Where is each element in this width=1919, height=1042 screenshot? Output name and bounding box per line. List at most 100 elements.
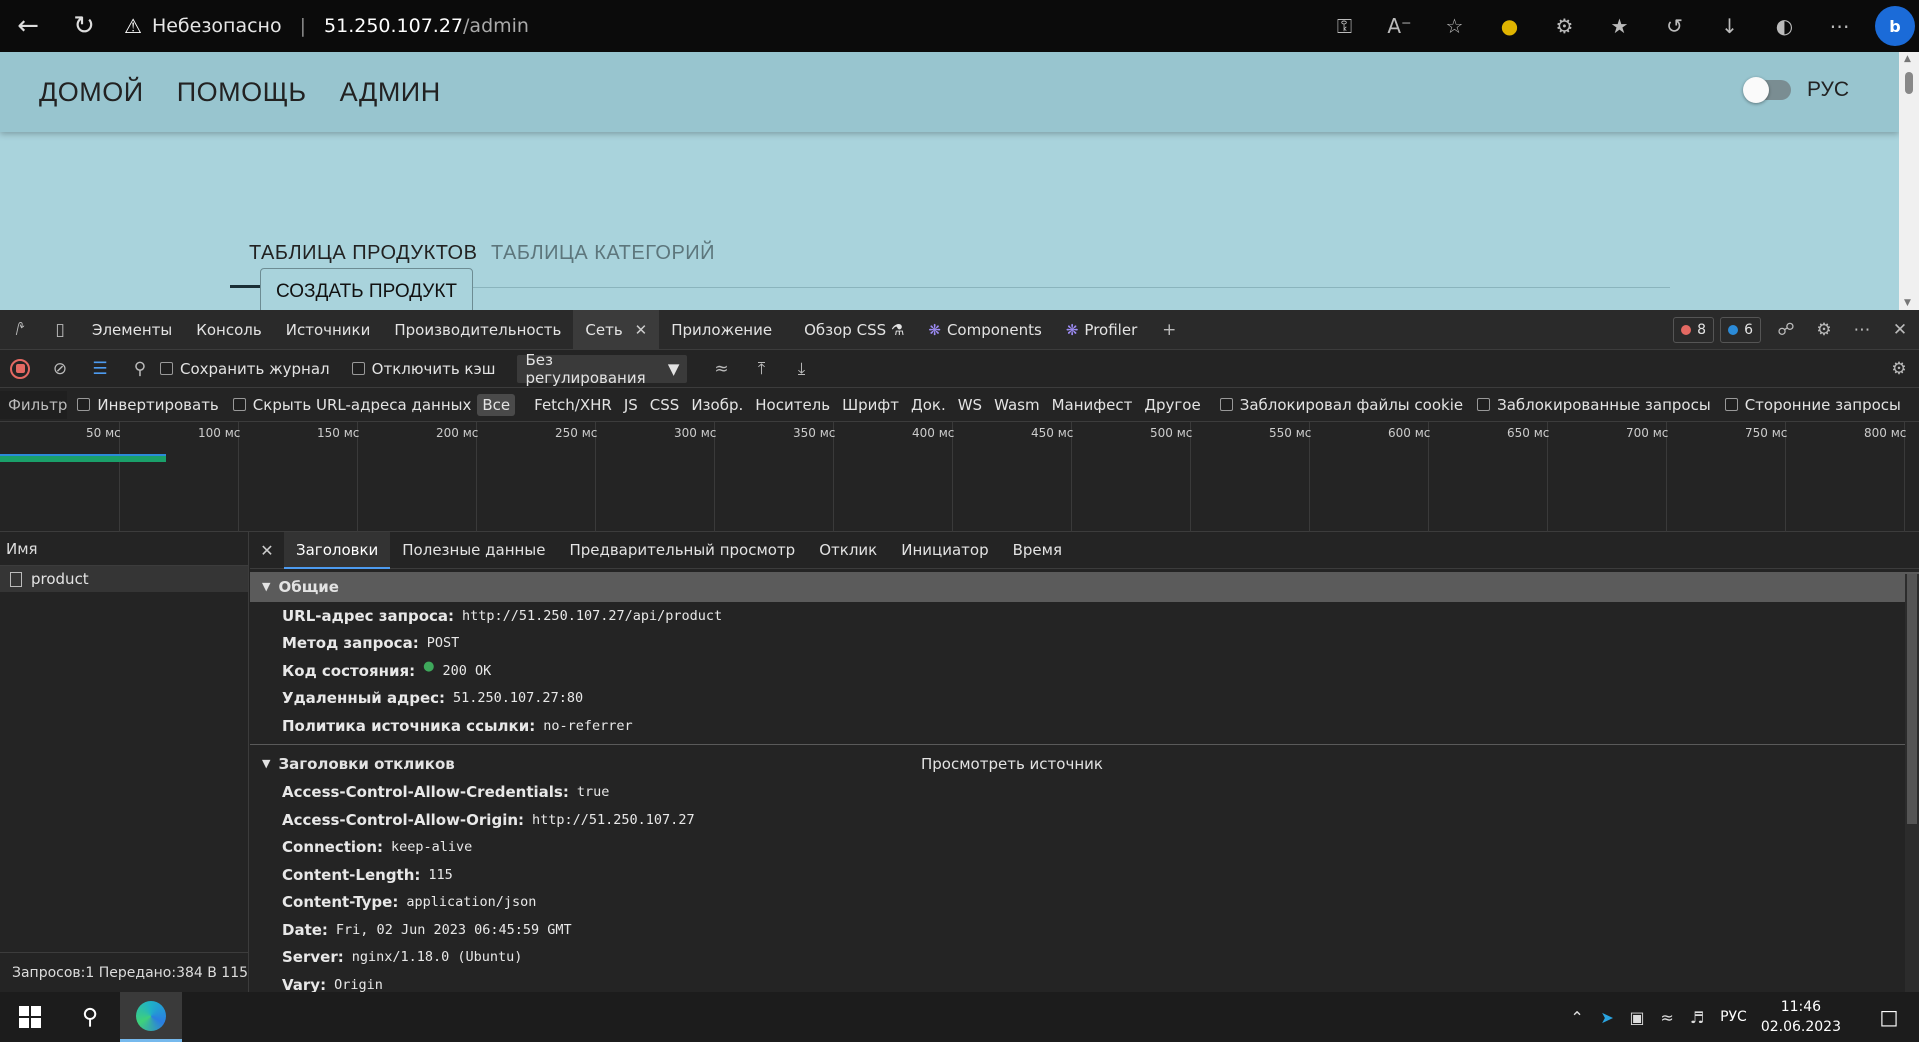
view-source-link[interactable]: Просмотреть источник bbox=[921, 749, 1103, 779]
key-icon[interactable]: ⚿ bbox=[1317, 14, 1372, 38]
filter-type-js[interactable]: JS bbox=[619, 394, 643, 416]
response-headers-section-header[interactable]: ▼ Заголовки откликов Просмотреть источник bbox=[250, 749, 1919, 779]
details-scrollbar[interactable] bbox=[1905, 574, 1919, 992]
extension-coin-icon[interactable]: ● bbox=[1482, 14, 1537, 38]
read-aloud-icon[interactable]: A⁻ bbox=[1372, 14, 1427, 38]
third-party-checkbox[interactable]: Сторонние запросы bbox=[1724, 396, 1901, 414]
scrollbar-thumb[interactable] bbox=[1905, 72, 1913, 94]
filter-type-css[interactable]: CSS bbox=[645, 394, 685, 416]
network-conditions-icon[interactable]: ≈ bbox=[701, 359, 741, 379]
checkbox-box[interactable] bbox=[351, 362, 365, 375]
nav-home-link[interactable]: ДОМОЙ bbox=[39, 77, 144, 108]
errors-badge[interactable]: 8 bbox=[1673, 317, 1715, 343]
filter-type-ws[interactable]: WS bbox=[953, 394, 987, 416]
address-bar[interactable]: ⚠ Небезопасно | 51.250.107.27/admin bbox=[124, 0, 529, 52]
scroll-up-icon[interactable]: ▲ bbox=[1904, 54, 1911, 64]
invert-checkbox[interactable]: Инвертировать bbox=[77, 396, 219, 414]
scrollbar-thumb[interactable] bbox=[1907, 574, 1917, 824]
battery-icon[interactable]: ▣ bbox=[1622, 1008, 1652, 1027]
hide-data-urls-checkbox[interactable]: Скрыть URL-адреса данных bbox=[232, 396, 471, 414]
network-overview-timeline[interactable]: 50 мс 100 мс 150 мс 200 мс 250 мс 300 мс… bbox=[0, 422, 1919, 532]
settings-icon[interactable]: ⚙ bbox=[1805, 320, 1843, 340]
tab-products-table[interactable]: ТАБЛИЦА ПРОДУКТОВ bbox=[249, 242, 477, 265]
scroll-down-icon[interactable]: ▼ bbox=[1904, 298, 1911, 308]
tab-css-overview[interactable]: Обзор CSS ⚗ bbox=[792, 310, 916, 350]
share-icon[interactable]: ☍ bbox=[1767, 320, 1805, 340]
tab-headers[interactable]: Заголовки bbox=[284, 531, 391, 569]
filter-type-media[interactable]: Носитель bbox=[750, 394, 835, 416]
bing-icon[interactable]: b bbox=[1875, 6, 1915, 46]
filter-type-manifest[interactable]: Манифест bbox=[1047, 394, 1138, 416]
column-header-name[interactable]: Имя bbox=[0, 532, 248, 566]
notifications-icon[interactable]: □ bbox=[1869, 1005, 1909, 1029]
filter-type-wasm[interactable]: Wasm bbox=[989, 394, 1045, 416]
page-scrollbar[interactable]: ▲ ▼ bbox=[1899, 52, 1919, 310]
checkbox-box[interactable] bbox=[1724, 398, 1738, 411]
tab-application[interactable]: Приложение bbox=[659, 310, 784, 350]
tab-response[interactable]: Отклик bbox=[807, 532, 889, 569]
checkbox-box[interactable] bbox=[77, 398, 91, 411]
record-icon[interactable] bbox=[10, 358, 30, 379]
close-tab-icon[interactable]: ✕ bbox=[635, 321, 648, 339]
favorites-icon[interactable]: ★ bbox=[1592, 14, 1647, 38]
network-settings-icon[interactable]: ⚙ bbox=[1879, 359, 1919, 379]
tab-preview[interactable]: Предварительный просмотр bbox=[557, 532, 807, 569]
tab-categories-table[interactable]: ТАБЛИЦА КАТЕГОРИЙ bbox=[491, 242, 715, 265]
close-devtools-icon[interactable]: ✕ bbox=[1881, 320, 1919, 340]
checkbox-box[interactable] bbox=[1477, 398, 1491, 411]
request-row[interactable]: product bbox=[0, 566, 248, 592]
telegram-icon[interactable]: ➤ bbox=[1592, 1008, 1622, 1027]
profile-icon[interactable]: ◐ bbox=[1757, 14, 1812, 38]
refresh-icon[interactable]: ↻ bbox=[56, 0, 112, 52]
filter-type-other[interactable]: Другое bbox=[1139, 394, 1205, 416]
more-icon[interactable]: ⋯ bbox=[1812, 14, 1867, 38]
checkbox-box[interactable] bbox=[160, 362, 173, 375]
clear-icon[interactable]: ⊘ bbox=[40, 359, 80, 379]
tab-profiler[interactable]: ❋ Profiler bbox=[1054, 310, 1149, 350]
disable-cache-checkbox[interactable]: Отключить кэш bbox=[351, 360, 495, 378]
throttling-select[interactable]: Без регулирования ▼ bbox=[517, 351, 688, 387]
tab-elements[interactable]: Элементы bbox=[80, 310, 184, 350]
search-icon[interactable]: ⚲ bbox=[120, 359, 160, 379]
windows-start-icon[interactable] bbox=[0, 992, 60, 1042]
tab-performance[interactable]: Производительность bbox=[382, 310, 573, 350]
filter-input[interactable]: Фильтр bbox=[0, 390, 68, 419]
blocked-cookies-checkbox[interactable]: Заблокировал файлы cookie bbox=[1219, 396, 1463, 414]
wifi-icon[interactable]: ≈ bbox=[1652, 1008, 1682, 1027]
messages-badge[interactable]: 6 bbox=[1720, 317, 1761, 343]
general-section-header[interactable]: ▼ Общие bbox=[250, 572, 1919, 602]
filter-type-all[interactable]: Все bbox=[477, 393, 516, 416]
close-icon[interactable]: ✕ bbox=[250, 541, 284, 560]
edge-taskbar-button[interactable] bbox=[120, 992, 182, 1042]
nav-admin-link[interactable]: АДМИН bbox=[340, 77, 441, 108]
tab-payload[interactable]: Полезные данные bbox=[390, 532, 557, 569]
language-toggle[interactable]: РУС bbox=[1742, 77, 1849, 103]
nav-help-link[interactable]: ПОМОЩЬ bbox=[177, 77, 307, 108]
tab-components[interactable]: ❋ Components bbox=[916, 310, 1053, 350]
filter-icon[interactable]: ☰ bbox=[80, 359, 120, 379]
chevron-up-icon[interactable]: ⌃ bbox=[1562, 1008, 1592, 1027]
tab-sources[interactable]: Источники bbox=[274, 310, 383, 350]
filter-type-font[interactable]: Шрифт bbox=[837, 394, 904, 416]
device-toolbar-icon[interactable]: ▯ bbox=[40, 320, 80, 340]
clock[interactable]: 11:46 02.06.2023 bbox=[1761, 997, 1841, 1037]
more-icon[interactable]: ⋯ bbox=[1843, 320, 1881, 340]
import-har-icon[interactable]: ⤒ bbox=[741, 359, 781, 379]
tab-timing[interactable]: Время bbox=[1001, 532, 1074, 569]
search-icon[interactable]: ⚲ bbox=[60, 992, 120, 1042]
tab-network[interactable]: Сеть ✕ bbox=[573, 309, 660, 350]
preserve-log-checkbox[interactable]: Сохранить журнал bbox=[160, 360, 330, 378]
checkbox-box[interactable] bbox=[232, 398, 246, 411]
input-language[interactable]: РУС bbox=[1720, 1009, 1747, 1025]
back-arrow-icon[interactable]: ← bbox=[0, 0, 56, 52]
export-har-icon[interactable]: ⤓ bbox=[781, 359, 821, 379]
extensions-icon[interactable]: ⚙ bbox=[1537, 14, 1592, 38]
blocked-requests-checkbox[interactable]: Заблокированные запросы bbox=[1477, 396, 1711, 414]
add-favorite-icon[interactable]: ☆ bbox=[1427, 14, 1482, 38]
volume-icon[interactable]: ♬ bbox=[1682, 1008, 1712, 1027]
inspect-icon[interactable]: ⭚ bbox=[0, 320, 40, 340]
tab-console[interactable]: Консоль bbox=[184, 310, 274, 350]
filter-type-doc[interactable]: Док. bbox=[906, 394, 951, 416]
tab-initiator[interactable]: Инициатор bbox=[889, 532, 1000, 569]
add-tab-icon[interactable]: + bbox=[1149, 320, 1189, 340]
